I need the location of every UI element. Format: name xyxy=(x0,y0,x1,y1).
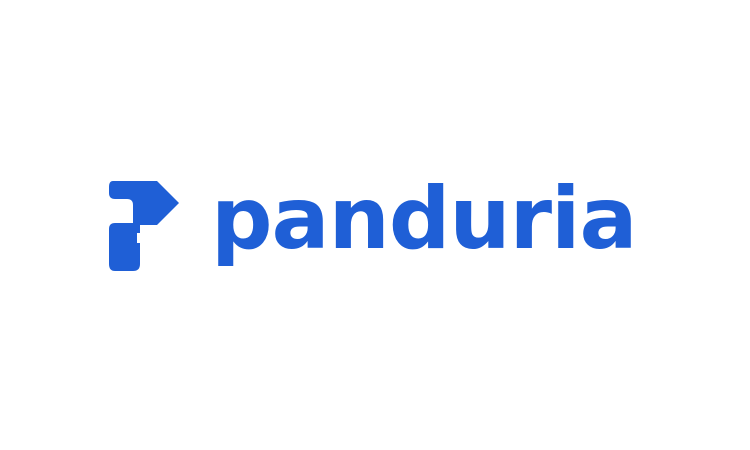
logo-canvas: panduria xyxy=(0,0,750,450)
panduria-p-arrow-icon xyxy=(109,181,179,271)
brand-logo: panduria xyxy=(107,172,643,272)
brand-wordmark: panduria xyxy=(211,169,638,269)
